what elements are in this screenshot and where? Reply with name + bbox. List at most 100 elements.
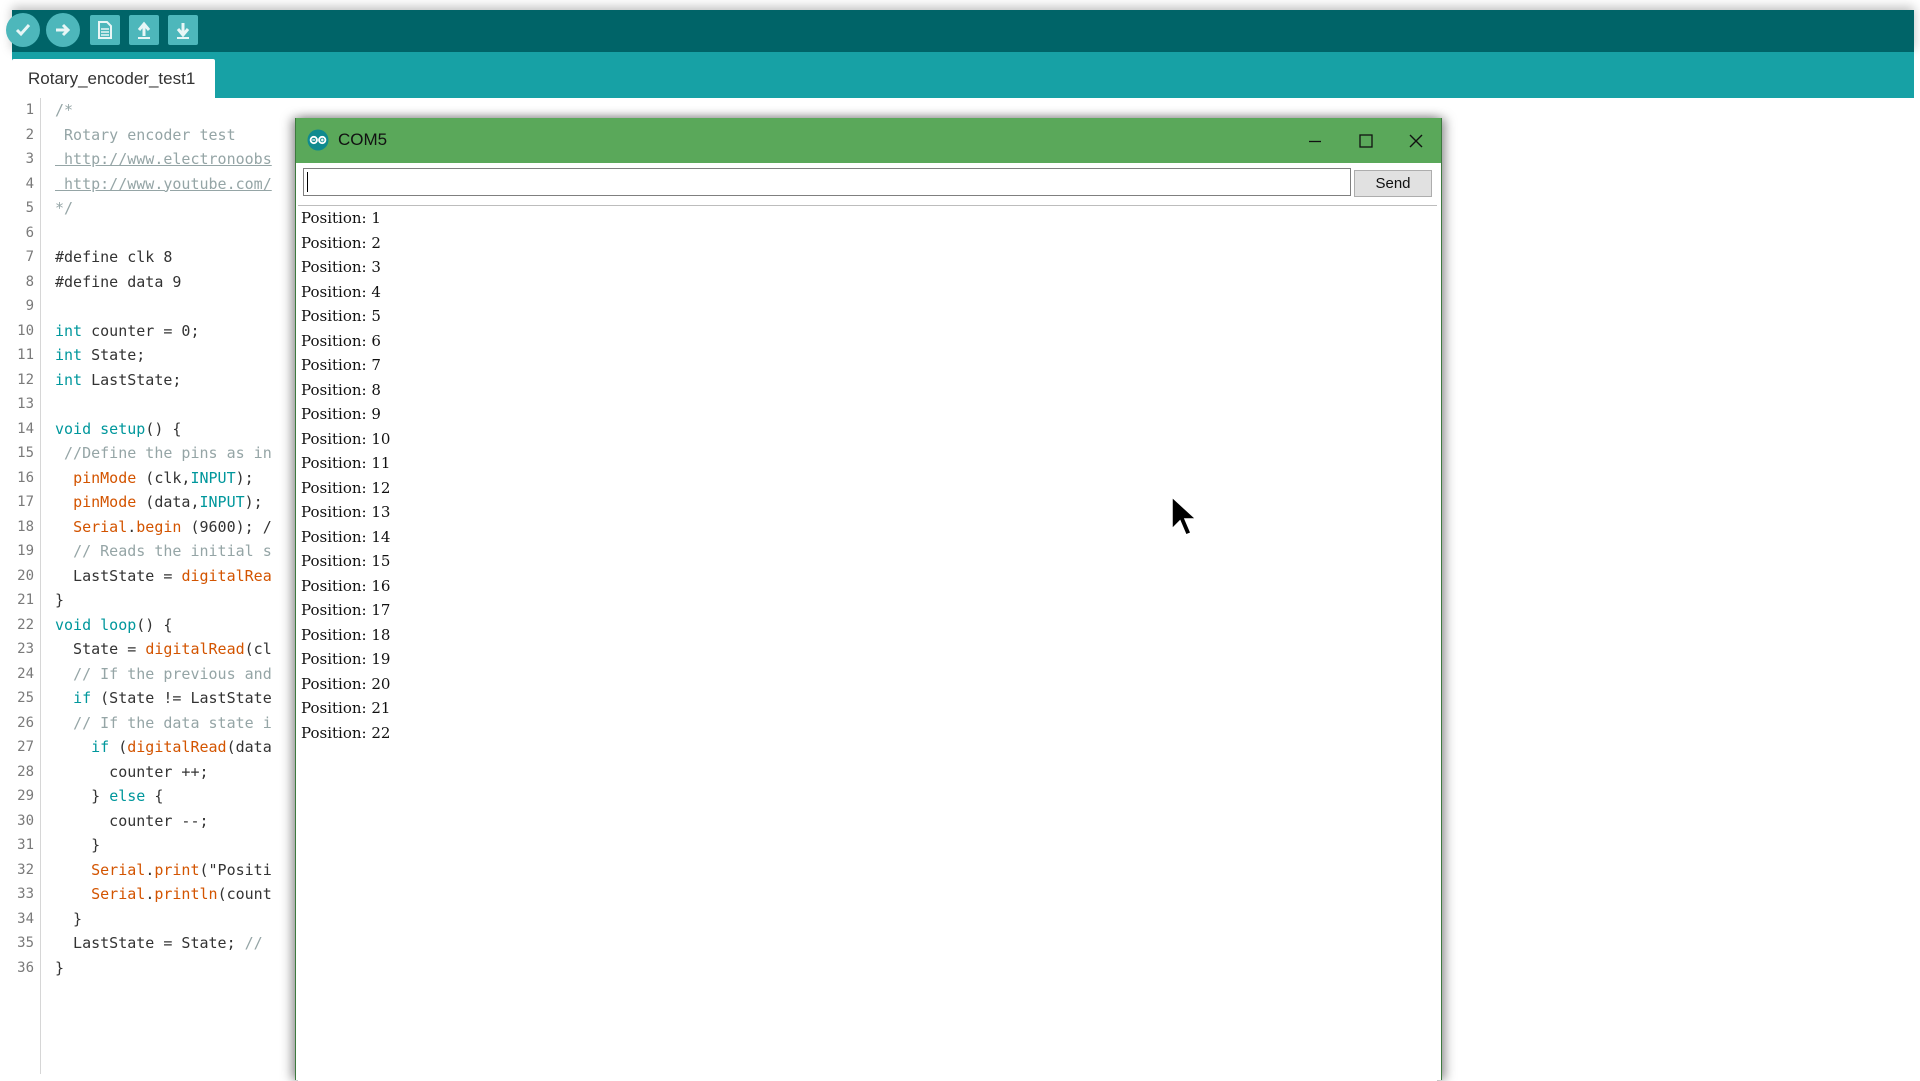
arrow-up-icon [137,21,151,39]
serial-output-line: Position: 15 [301,552,391,570]
line-number: 20 [17,567,34,584]
line-number: 21 [17,592,34,608]
arrow-down-icon [176,23,190,39]
code-line: // If the previous and [73,664,272,683]
code-line: int LastState; [55,370,182,389]
new-file-icon [98,21,112,39]
mouse-pointer-icon [1171,495,1198,536]
line-number: 28 [17,763,34,780]
serial-output-line: Position: 5 [301,307,381,325]
code-line: } [55,958,65,977]
serial-output-line: Position: 4 [301,282,381,301]
code-line: State = digitalRead(cl [55,640,272,658]
code-line: } [55,591,65,609]
verify-button[interactable] [6,13,40,47]
line-number: 4 [25,175,34,192]
code-line: void setup() { [55,419,182,438]
line-number: 9 [25,298,34,314]
serial-output-line: Position: 1 [301,209,381,227]
code-line: pinMode (clk,INPUT); [73,468,254,487]
code-line: int counter = 0; [55,321,200,340]
serial-output-line: Position: 18 [301,625,391,644]
serial-output-line: Position: 21 [301,699,391,717]
line-number: 32 [17,861,34,878]
serial-output-line: Position: 16 [301,576,391,595]
serial-output-line: Position: 7 [301,356,381,374]
line-number: 6 [25,224,34,241]
line-number: 33 [17,886,34,902]
line-number: 3 [25,151,34,167]
window-titlebar[interactable]: COM5 [296,118,1441,163]
maximize-icon [1359,133,1373,148]
line-number: 23 [17,641,34,657]
serial-input-field[interactable] [303,168,1351,196]
line-number: 36 [17,959,34,976]
checkmark-icon [15,24,31,37]
code-line: Serial.println(count [91,885,272,903]
line-number: 1 [25,102,34,118]
code-line: /* [55,101,74,119]
serial-output-area[interactable]: Position: 1 Position: 2 Position: 3 Positio… [298,205,1437,1081]
minimize-button[interactable] [1290,118,1340,163]
line-number: 30 [17,812,34,829]
code-line: if (State != LastState [73,689,272,707]
code-line: Serial.begin (9600); / [73,517,272,536]
code-line: // Reads the initial s [73,542,272,560]
line-number: 29 [17,788,34,804]
serial-output-line: Position: 3 [301,258,381,276]
serial-output-line: Position: 11 [301,454,391,472]
code-line: Serial.print("Positi [91,860,272,879]
code-line: } else { [55,787,164,805]
serial-output-line: Position: 14 [301,527,391,546]
save-sketch-button[interactable] [168,15,198,45]
line-number: 31 [17,837,34,853]
code-line: void loop() { [55,615,173,634]
serial-output-line: Position: 20 [301,674,391,693]
send-button[interactable]: Send [1354,170,1432,197]
line-number: 7 [25,249,34,265]
serial-output-line: Position: 6 [301,331,381,350]
upload-button[interactable] [46,13,80,47]
code-line: pinMode (data,INPUT); [73,493,263,511]
new-sketch-button[interactable] [90,15,120,45]
serial-monitor-window: COM5 Send Position: 1 Position: 2 Position… [295,118,1442,1081]
line-number: 18 [17,518,34,535]
serial-output-line: Position: 2 [301,233,381,252]
line-number: 27 [17,739,34,755]
code-line: LastState = digitalRea [55,566,272,585]
code-line: //Define the pins as in [64,444,272,462]
serial-output-line: Position: 12 [301,478,391,497]
open-sketch-button[interactable] [129,15,159,45]
close-icon [1409,134,1423,147]
line-number: 16 [17,469,34,486]
code-line: if (digitalRead(data [91,738,272,756]
serial-output-line: Position: 9 [301,405,381,423]
line-number: 19 [17,543,34,559]
line-number: 13 [17,396,34,412]
code-line: LastState = State; // [55,934,263,952]
maximize-button[interactable] [1341,118,1391,163]
code-line: http://www.youtube.com/ [55,174,272,193]
line-number: 11 [17,347,34,363]
arduino-logo-icon [307,129,329,151]
line-number: 2 [25,126,34,143]
window-title: COM5 [338,130,388,149]
tab-strip: Rotary_encoder_test1 [12,52,1914,98]
line-number: 25 [17,690,34,706]
minimize-icon [1309,140,1321,142]
text-caret [303,168,323,196]
code-line: int State; [55,346,146,364]
serial-output-line: Position: 13 [301,503,391,521]
arrow-right-icon [56,23,71,37]
line-number: 12 [17,371,34,388]
close-button[interactable] [1391,118,1441,163]
code-line: Rotary encoder test [55,125,236,144]
line-number: 14 [17,420,34,437]
line-number: 24 [17,665,34,682]
line-number-gutter: 1 2 3 4 5 6 7 8 9 10 11 12 13 14 15 16 17 18 19 20 21 22 23 24 2… [12,98,41,1074]
tab-sketch[interactable]: Rotary_encoder_test1 [12,59,216,98]
line-number: 17 [17,494,34,510]
line-number: 10 [17,322,34,339]
code-line: #define clk 8 [55,248,173,266]
code-line: } [55,909,83,928]
